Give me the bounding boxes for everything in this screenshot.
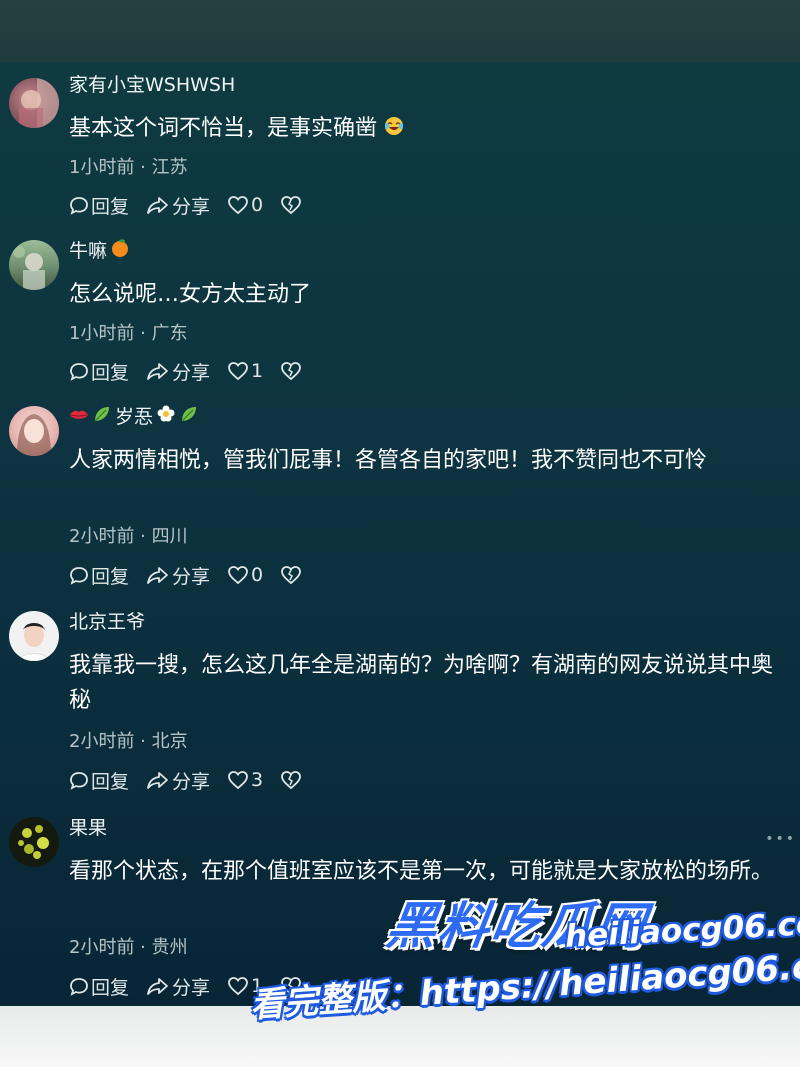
top-strip bbox=[0, 0, 800, 62]
flower-emoji bbox=[156, 404, 176, 431]
avatar[interactable] bbox=[9, 78, 59, 128]
speech-bubble-icon bbox=[69, 565, 89, 585]
share-arrow-icon bbox=[146, 565, 170, 585]
orange-emoji bbox=[110, 238, 130, 265]
share-button[interactable]: 分享 bbox=[146, 562, 210, 589]
username[interactable]: 家有小宝WSHWSH bbox=[69, 72, 235, 98]
speech-bubble-icon bbox=[69, 361, 89, 381]
heart-icon bbox=[227, 770, 249, 790]
comment-text: 我靠我一搜，怎么这几年全是湖南的？为啥啊？有湖南的网友说说其中奥秘 bbox=[69, 653, 774, 713]
comment-meta: 2小时前 · 四川 bbox=[69, 526, 188, 547]
comment-actions: 回复 分享 1 bbox=[69, 358, 319, 384]
username[interactable]: 果果 bbox=[69, 815, 107, 841]
heart-icon bbox=[227, 976, 249, 996]
location: 北京 bbox=[151, 731, 188, 752]
comment-text: 看那个状态，在那个值班室应该不是第一次，可能就是大家放松的场所。 bbox=[69, 859, 774, 884]
broken-heart-icon bbox=[280, 770, 302, 790]
reply-button[interactable]: 回复 bbox=[69, 562, 129, 589]
timestamp: 2小时前 bbox=[69, 731, 135, 752]
comment-list: 家有小宝WSHWSH 基本这个词不恰当，是事实确凿 1小时前 · 江苏 回复 分… bbox=[0, 62, 800, 1006]
laughing-emoji bbox=[384, 112, 404, 147]
timestamp: 2小时前 bbox=[69, 937, 135, 958]
comment-meta: 1小时前 · 江苏 bbox=[69, 157, 188, 178]
share-arrow-icon bbox=[146, 976, 170, 996]
leaf-emoji bbox=[92, 404, 112, 431]
dislike-button[interactable] bbox=[280, 195, 302, 215]
broken-heart-icon bbox=[280, 195, 302, 215]
comment-actions: 回复 分享 3 bbox=[69, 767, 319, 793]
like-button[interactable]: 0 bbox=[227, 564, 263, 586]
like-count: 3 bbox=[251, 769, 264, 791]
reply-button[interactable]: 回复 bbox=[69, 358, 129, 385]
speech-bubble-icon bbox=[69, 770, 89, 790]
like-button[interactable]: 0 bbox=[227, 194, 263, 216]
comment-text: 人家两情相悦，管我们屁事！各管各自的家吧！我不赞同也不可怜 bbox=[69, 448, 708, 473]
like-count: 0 bbox=[251, 194, 264, 216]
broken-heart-icon bbox=[280, 565, 302, 585]
comment-meta: 1小时前 · 广东 bbox=[69, 323, 188, 344]
avatar[interactable] bbox=[9, 406, 59, 456]
more-options-icon[interactable]: ••• bbox=[765, 831, 796, 847]
username[interactable]: 岁忢 bbox=[69, 404, 199, 430]
leaf-emoji bbox=[179, 404, 199, 431]
location: 江苏 bbox=[151, 157, 188, 178]
lips-emoji bbox=[69, 404, 89, 430]
heart-icon bbox=[227, 195, 249, 215]
heart-icon bbox=[227, 361, 249, 381]
location: 四川 bbox=[151, 526, 188, 547]
share-button[interactable]: 分享 bbox=[146, 358, 210, 385]
share-arrow-icon bbox=[146, 361, 170, 381]
location: 广东 bbox=[151, 323, 188, 344]
comment-meta: 2小时前 · 北京 bbox=[69, 731, 188, 752]
avatar[interactable] bbox=[9, 240, 59, 290]
reply-button[interactable]: 回复 bbox=[69, 192, 129, 219]
like-button[interactable]: 3 bbox=[227, 769, 263, 791]
share-button[interactable]: 分享 bbox=[146, 973, 210, 1000]
avatar[interactable] bbox=[9, 611, 59, 661]
like-count: 1 bbox=[251, 360, 264, 382]
dislike-button[interactable] bbox=[280, 770, 302, 790]
username[interactable]: 北京王爷 bbox=[69, 609, 145, 635]
reply-button[interactable]: 回复 bbox=[69, 767, 129, 794]
like-button[interactable]: 1 bbox=[227, 360, 263, 382]
comment-meta: 2小时前 · 贵州 bbox=[69, 937, 188, 958]
comment-text: 怎么说呢…女方太主动了 bbox=[69, 282, 312, 307]
location: 贵州 bbox=[151, 937, 188, 958]
heart-icon bbox=[227, 565, 249, 585]
dislike-button[interactable] bbox=[280, 565, 302, 585]
comment-actions: 回复 分享 0 bbox=[69, 192, 319, 218]
broken-heart-icon bbox=[280, 361, 302, 381]
timestamp: 2小时前 bbox=[69, 526, 135, 547]
username[interactable]: 牛嘛 bbox=[69, 238, 130, 264]
share-arrow-icon bbox=[146, 770, 170, 790]
reply-button[interactable]: 回复 bbox=[69, 973, 129, 1000]
speech-bubble-icon bbox=[69, 976, 89, 996]
comment-text: 基本这个词不恰当，是事实确凿 bbox=[69, 111, 784, 147]
avatar[interactable] bbox=[9, 817, 59, 867]
share-arrow-icon bbox=[146, 195, 170, 215]
timestamp: 1小时前 bbox=[69, 323, 135, 344]
comment-actions: 回复 分享 0 bbox=[69, 562, 319, 588]
like-count: 0 bbox=[251, 564, 264, 586]
share-button[interactable]: 分享 bbox=[146, 192, 210, 219]
share-button[interactable]: 分享 bbox=[146, 767, 210, 794]
dislike-button[interactable] bbox=[280, 361, 302, 381]
speech-bubble-icon bbox=[69, 195, 89, 215]
timestamp: 1小时前 bbox=[69, 157, 135, 178]
